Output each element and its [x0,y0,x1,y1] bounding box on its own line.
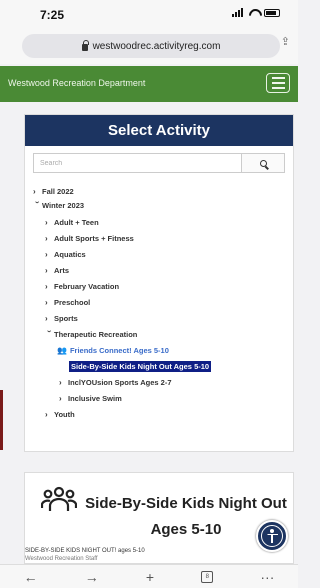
left-edge-accent [0,390,3,450]
tree-item-label: February Vacation [54,282,120,291]
tree-item-inclusive-swim[interactable]: › Inclusive Swim [59,392,122,405]
search-button[interactable] [241,153,285,173]
tree-item-winter-2023[interactable]: › Winter 2023 [33,199,84,212]
tree-item-label: Therapeutic Recreation [54,330,138,339]
people-group-icon: 👥 [57,346,67,355]
tree-item-therapeutic-recreation[interactable]: › Therapeutic Recreation [45,328,137,341]
search-icon [259,159,267,167]
tree-item-sports[interactable]: › Sports [45,312,78,325]
accessibility-button[interactable] [256,520,288,552]
tree-item-adult-teen[interactable]: › Adult + Teen [45,216,99,229]
lock-icon [81,39,89,51]
site-title[interactable]: Westwood Recreation Department [8,78,145,88]
chevron-right-icon: › [59,394,62,403]
tree-item-youth[interactable]: › Youth [45,408,75,421]
chevron-down-icon: › [33,201,42,204]
tree-item-label: Arts [54,266,70,275]
new-tab-plus-icon[interactable]: + [146,569,154,585]
select-activity-heading: Select Activity [25,115,293,146]
tabs-button[interactable]: 8 [201,570,214,583]
status-time: 7:25 [40,8,65,22]
tree-item-label: Adult Sports + Fitness [54,234,134,243]
chevron-right-icon: › [33,187,36,196]
chevron-down-icon: › [45,330,54,333]
back-arrow-icon[interactable]: ← [24,569,38,585]
battery-icon [264,8,280,17]
tree-item-preschool[interactable]: › Preschool [45,296,90,309]
people-group-icon [41,486,77,511]
accessibility-icon [261,525,283,547]
tree-item-label: InclYOUsion Sports Ages 2-7 [68,378,172,387]
cellular-signal-icon [232,8,243,17]
tree-item-inclyousion-sports[interactable]: › InclYOUsion Sports Ages 2-7 [59,376,172,389]
browser-address-area: westwoodrec.activityreg.com ⇪ [0,30,298,64]
activity-description: SIDE-BY-SIDE KIDS NIGHT OUT! ages 5-10 W… [25,547,245,563]
chevron-right-icon: › [45,410,48,419]
chevron-right-icon: › [45,282,48,291]
more-dots-icon[interactable]: ··· [260,569,274,585]
chevron-right-icon: › [45,250,48,259]
tree-item-february-vacation[interactable]: › February Vacation [45,280,119,293]
tree-item-label: Winter 2023 [42,201,85,210]
hamburger-menu-button[interactable] [266,73,290,93]
chevron-right-icon: › [45,266,48,275]
chevron-right-icon: › [45,314,48,323]
tree-item-label: Adult + Teen [54,218,99,227]
site-header: Westwood Recreation Department [0,66,298,102]
browser-toolbar: ← → + 8 ··· [0,564,298,588]
select-activity-card: Select Activity › Fall 2022 › Winter 202… [24,114,294,452]
status-bar: 7:25 [0,0,298,30]
search-row [33,153,285,173]
reader-icon[interactable]: ⇪ [281,35,290,48]
address-bar[interactable]: westwoodrec.activityreg.com [22,34,280,58]
chevron-right-icon: › [45,234,48,243]
chevron-right-icon: › [59,378,62,387]
tree-item-label: Aquatics [54,250,86,259]
search-input[interactable] [33,153,241,173]
url-text: westwoodrec.activityreg.com [92,40,221,52]
activity-detail-card: Side-By-Side Kids Night Out Ages 5-10 SI… [24,472,294,564]
tree-item-label-selected: Side-By-Side Kids Night Out Ages 5-10 [69,361,212,372]
tree-item-friends-connect[interactable]: 👥 Friends Connect! Ages 5-10 [57,344,169,357]
tree-item-fall-2022[interactable]: › Fall 2022 [33,185,74,198]
status-icons [232,8,280,17]
description-line: SIDE-BY-SIDE KIDS NIGHT OUT! ages 5-10 [25,548,145,554]
tree-item-label: Youth [54,410,75,419]
forward-arrow-icon[interactable]: → [85,569,99,585]
tree-item-label: Sports [54,314,78,323]
tree-item-side-by-side-selected[interactable]: Side-By-Side Kids Night Out Ages 5-10 [69,360,212,373]
tree-item-label: Friends Connect! Ages 5-10 [69,346,169,355]
chevron-right-icon: › [45,298,48,307]
chevron-right-icon: › [45,218,48,227]
description-line: Westwood Recreation Staff [25,556,98,562]
tree-item-label: Preschool [54,298,91,307]
tree-item-aquatics[interactable]: › Aquatics [45,248,86,261]
tree-item-label: Fall 2022 [42,187,74,196]
wifi-icon [248,8,259,17]
tree-item-adult-sports-fitness[interactable]: › Adult Sports + Fitness [45,232,134,245]
tabs-count: 8 [205,573,209,580]
tree-item-label: Inclusive Swim [68,394,122,403]
tree-item-arts[interactable]: › Arts [45,264,69,277]
